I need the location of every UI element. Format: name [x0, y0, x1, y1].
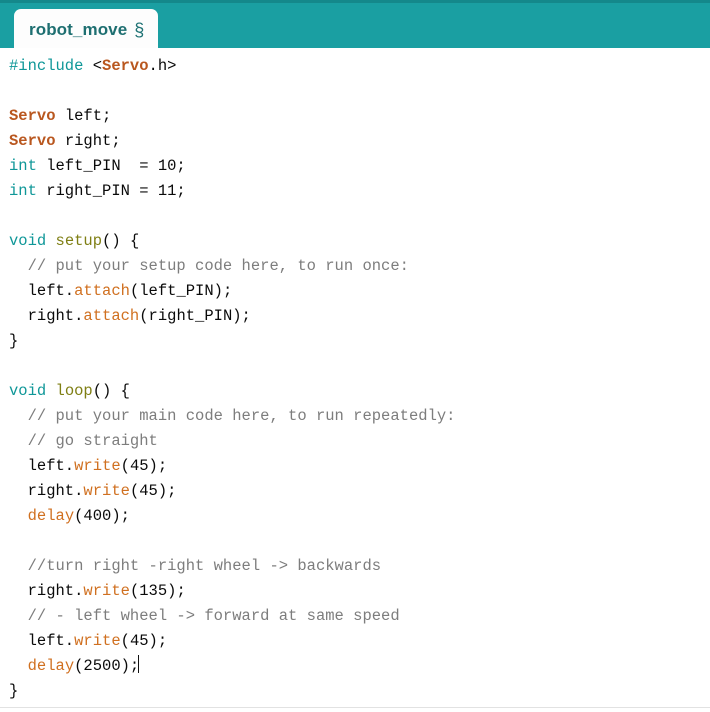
bottom-divider — [0, 707, 710, 708]
code-token: left_PIN = 10; — [36, 157, 186, 175]
code-line[interactable]: right.write(135); — [9, 579, 710, 604]
text-caret — [138, 655, 140, 673]
code-token: write — [83, 582, 130, 600]
code-token: left. — [9, 632, 75, 650]
code-token: right_PIN = 11; — [36, 182, 186, 200]
code-token: (400); — [74, 507, 130, 525]
code-token: write — [74, 632, 121, 650]
code-token: attach — [74, 282, 130, 300]
code-line[interactable]: } — [9, 679, 710, 704]
code-line[interactable]: int right_PIN = 11; — [9, 179, 710, 204]
code-token: int — [9, 157, 37, 175]
code-line[interactable]: delay(400); — [9, 504, 710, 529]
code-token: Servo — [9, 107, 56, 125]
code-line[interactable]: void setup() { — [9, 229, 710, 254]
code-line[interactable]: ​ — [9, 204, 710, 229]
code-token: } — [9, 682, 19, 700]
code-token: void — [9, 382, 47, 400]
code-token: attach — [83, 307, 140, 325]
code-line[interactable]: // go straight — [9, 429, 710, 454]
code-token: () { — [102, 232, 140, 250]
code-token: // go straight — [9, 432, 158, 450]
arduino-editor-window: robot_move § #include <Servo.h>​Servo le… — [0, 0, 710, 712]
code-line[interactable]: Servo right; — [9, 129, 710, 154]
code-token: #include — [9, 57, 93, 75]
code-token: delay — [27, 507, 75, 525]
code-token: loop — [55, 382, 93, 400]
code-token: delay — [27, 657, 75, 675]
code-token: // put your main code here, to run repea… — [9, 407, 456, 425]
code-token: left. — [9, 457, 75, 475]
code-line[interactable]: int left_PIN = 10; — [9, 154, 710, 179]
source-code[interactable]: #include <Servo.h>​Servo left;Servo righ… — [9, 54, 710, 704]
code-token: //turn right -right wheel -> backwards — [9, 557, 382, 575]
code-line[interactable]: ​ — [9, 529, 710, 554]
code-token: // put your setup code here, to run once… — [9, 257, 409, 275]
code-line[interactable]: void loop() { — [9, 379, 710, 404]
code-token: (45); — [120, 457, 168, 475]
tab-label: robot_move — [29, 20, 128, 39]
code-token: (135); — [129, 582, 186, 600]
code-token: left. — [9, 282, 75, 300]
code-token: setup — [55, 232, 103, 250]
code-token: (45); — [129, 482, 177, 500]
tab-bar: robot_move § — [0, 0, 710, 51]
code-token: } — [9, 332, 19, 350]
code-line[interactable]: //turn right -right wheel -> backwards — [9, 554, 710, 579]
section-sign-icon: § — [134, 19, 145, 40]
code-token: int — [9, 182, 37, 200]
code-line[interactable]: // - left wheel -> forward at same speed — [9, 604, 710, 629]
code-token: (left_PIN); — [129, 282, 233, 300]
code-token: right. — [9, 582, 84, 600]
code-token: (right_PIN); — [139, 307, 251, 325]
code-token: void — [9, 232, 47, 250]
code-line[interactable]: left.attach(left_PIN); — [9, 279, 710, 304]
code-token: // - left wheel -> forward at same speed — [9, 607, 400, 625]
code-line[interactable]: ​ — [9, 79, 710, 104]
code-token: () { — [92, 382, 130, 400]
code-token: Servo — [102, 57, 149, 75]
code-token: (45); — [120, 632, 168, 650]
code-line[interactable]: delay(2500); — [9, 654, 710, 679]
code-token: right; — [55, 132, 121, 150]
code-line[interactable]: right.write(45); — [9, 479, 710, 504]
code-token: .h> — [148, 57, 177, 75]
code-token: < — [92, 57, 103, 75]
code-line[interactable]: left.write(45); — [9, 454, 710, 479]
tab-robot-move[interactable]: robot_move § — [14, 9, 159, 51]
code-line[interactable]: } — [9, 329, 710, 354]
code-editor-area[interactable]: #include <Servo.h>​Servo left;Servo righ… — [0, 48, 710, 705]
code-token: left; — [55, 107, 112, 125]
code-token: Servo — [9, 132, 56, 150]
code-token: (2500); — [74, 657, 140, 675]
code-token: write — [74, 457, 121, 475]
code-line[interactable]: // put your main code here, to run repea… — [9, 404, 710, 429]
code-token: right. — [9, 307, 84, 325]
code-token: write — [83, 482, 130, 500]
code-line[interactable]: #include <Servo.h> — [9, 54, 710, 79]
code-line[interactable]: left.write(45); — [9, 629, 710, 654]
code-line[interactable]: // put your setup code here, to run once… — [9, 254, 710, 279]
code-line[interactable]: Servo left; — [9, 104, 710, 129]
code-line[interactable]: ​ — [9, 354, 710, 379]
code-line[interactable]: right.attach(right_PIN); — [9, 304, 710, 329]
code-token: right. — [9, 482, 84, 500]
